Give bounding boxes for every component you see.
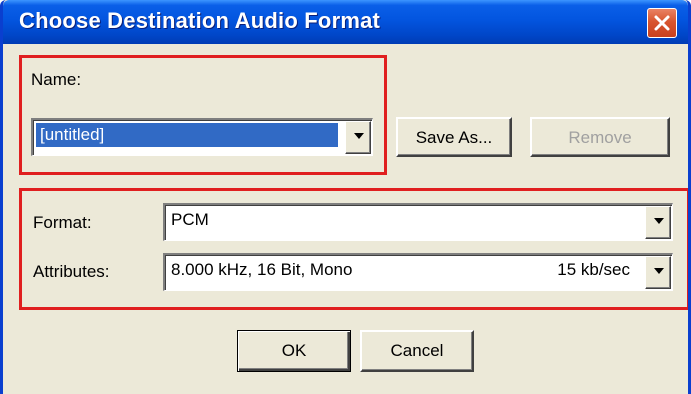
save-as-label: Save As... <box>415 128 493 147</box>
title-bar[interactable]: Choose Destination Audio Format <box>3 0 688 44</box>
cancel-label: Cancel <box>390 341 444 360</box>
remove-button[interactable]: Remove <box>530 117 670 157</box>
save-as-button[interactable]: Save As... <box>396 117 512 157</box>
format-dropdown-button[interactable] <box>645 206 671 239</box>
name-select[interactable]: [untitled] <box>31 118 373 156</box>
format-select-value: PCM <box>171 210 209 229</box>
name-select-value: [untitled] <box>36 123 338 147</box>
attributes-select[interactable]: 8.000 kHz, 16 Bit, Mono 15 kb/sec <box>163 253 673 291</box>
window-title: Choose Destination Audio Format <box>19 8 381 33</box>
name-label: Name: <box>31 70 82 89</box>
ok-label: OK <box>281 341 307 360</box>
close-icon <box>654 15 670 31</box>
chevron-down-icon <box>654 218 664 224</box>
format-label: Format: <box>33 213 92 232</box>
name-dropdown-button[interactable] <box>345 121 371 154</box>
dialog-window: Choose Destination Audio Format Name: [u… <box>0 0 691 394</box>
close-button[interactable] <box>647 8 677 38</box>
chevron-down-icon <box>354 133 364 139</box>
attributes-dropdown-button[interactable] <box>645 256 671 289</box>
remove-label: Remove <box>568 128 632 147</box>
chevron-down-icon <box>654 268 664 274</box>
attributes-label: Attributes: <box>33 262 110 281</box>
cancel-button[interactable]: Cancel <box>360 330 474 372</box>
format-select[interactable]: PCM <box>163 203 673 241</box>
ok-button[interactable]: OK <box>237 330 351 372</box>
attributes-rate: 15 kb/sec <box>557 260 630 279</box>
attributes-select-value: 8.000 kHz, 16 Bit, Mono <box>171 260 353 279</box>
